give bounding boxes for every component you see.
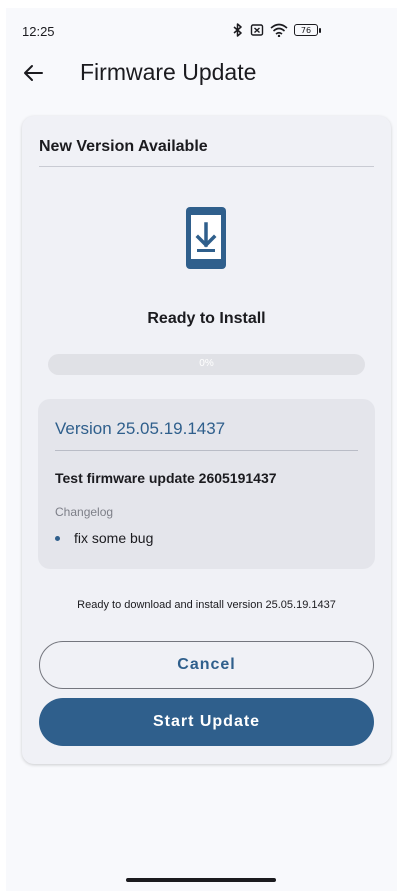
changelog-label: Changelog bbox=[55, 505, 114, 519]
changelog-item-text: fix some bug bbox=[74, 530, 154, 546]
status-icons: 76 bbox=[232, 23, 321, 37]
app-bar: Firmware Update bbox=[6, 54, 397, 98]
changelog-item: fix some bug bbox=[55, 530, 153, 546]
sim-blocked-icon bbox=[250, 24, 264, 36]
bullet-icon bbox=[55, 535, 60, 541]
screen: 12:25 76 Firmware Update New Version Ava bbox=[6, 8, 397, 891]
version-box: Version 25.05.19.1437 Test firmware upda… bbox=[38, 399, 375, 569]
version-divider bbox=[55, 450, 358, 451]
status-title: Ready to Install bbox=[147, 310, 266, 327]
version-title: Version 25.05.19.1437 bbox=[55, 419, 226, 438]
wifi-icon bbox=[270, 23, 288, 37]
battery-icon: 76 bbox=[294, 24, 321, 36]
version-description: Test firmware update 2605191437 bbox=[55, 470, 277, 486]
progress-label: 0% bbox=[199, 358, 214, 369]
progress-bar: 0% bbox=[48, 354, 365, 375]
page-title: Firmware Update bbox=[80, 59, 257, 85]
bluetooth-icon bbox=[233, 23, 242, 37]
update-card: New Version Available Ready to Install 0… bbox=[22, 116, 391, 764]
cancel-button[interactable]: Cancel bbox=[39, 641, 374, 689]
status-bar: 12:25 76 bbox=[6, 8, 397, 42]
start-update-button[interactable]: Start Update bbox=[39, 698, 374, 746]
info-text: Ready to download and install version 25… bbox=[77, 599, 336, 611]
card-divider bbox=[39, 166, 374, 167]
arrow-left-icon[interactable] bbox=[22, 62, 44, 84]
phone-download-icon bbox=[186, 207, 226, 269]
card-title: New Version Available bbox=[39, 138, 208, 155]
home-indicator[interactable] bbox=[126, 878, 276, 882]
status-time: 12:25 bbox=[22, 24, 55, 39]
